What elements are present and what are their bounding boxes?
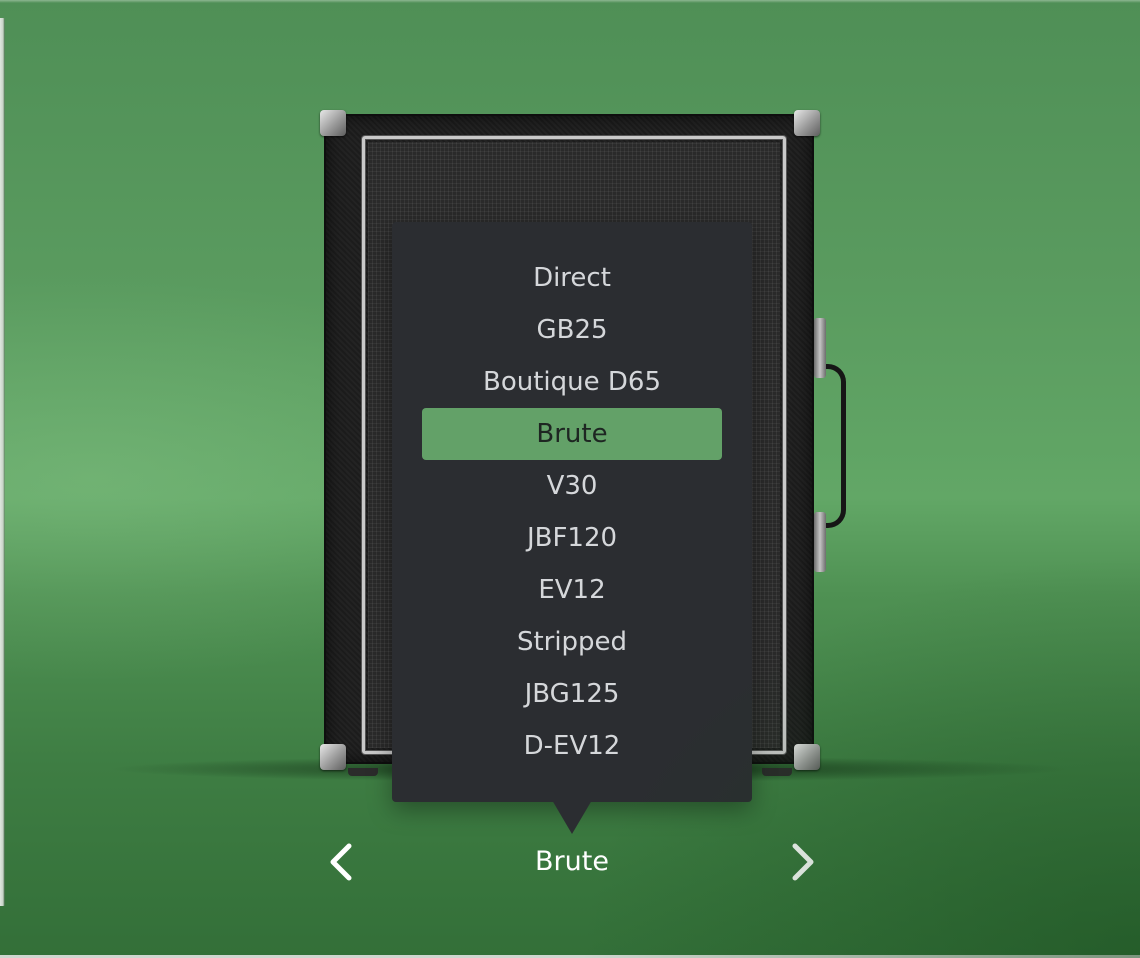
chevron-right-icon — [792, 843, 814, 881]
handle-bracket — [814, 318, 826, 378]
handle-bracket — [814, 512, 826, 572]
current-cabinet-label[interactable]: Brute — [452, 840, 692, 884]
cabinet-option[interactable]: Direct — [422, 252, 722, 304]
cabinet-option[interactable]: GB25 — [422, 304, 722, 356]
cabinet-option[interactable]: EV12 — [422, 564, 722, 616]
top-edge — [0, 0, 1140, 3]
cabinet-option[interactable]: Boutique D65 — [422, 356, 722, 408]
side-panel-edge — [0, 18, 5, 906]
cabinet-foot — [348, 768, 378, 776]
next-cabinet-button[interactable] — [778, 836, 828, 888]
cabinet-option[interactable]: JBG125 — [422, 668, 722, 720]
carry-handle — [819, 364, 846, 528]
corner-protector — [320, 110, 346, 136]
cabinet-selector-stage: Direct GB25 Boutique D65 Brute V30 JBF120 EV12… — [0, 0, 1140, 958]
dropdown-pointer — [552, 800, 592, 834]
cabinet-foot — [762, 768, 792, 776]
cabinet-option[interactable]: V30 — [422, 460, 722, 512]
corner-protector — [320, 744, 346, 770]
cabinet-option[interactable]: D-EV12 — [422, 720, 722, 772]
cabinet-dropdown-menu: Direct GB25 Boutique D65 Brute V30 JBF120 EV12… — [392, 222, 752, 802]
corner-protector — [794, 744, 820, 770]
chevron-left-icon — [330, 843, 352, 881]
cabinet-option[interactable]: JBF120 — [422, 512, 722, 564]
corner-protector — [794, 110, 820, 136]
cabinet-option[interactable]: Stripped — [422, 616, 722, 668]
previous-cabinet-button[interactable] — [316, 836, 366, 888]
cabinet-option-selected[interactable]: Brute — [422, 408, 722, 460]
